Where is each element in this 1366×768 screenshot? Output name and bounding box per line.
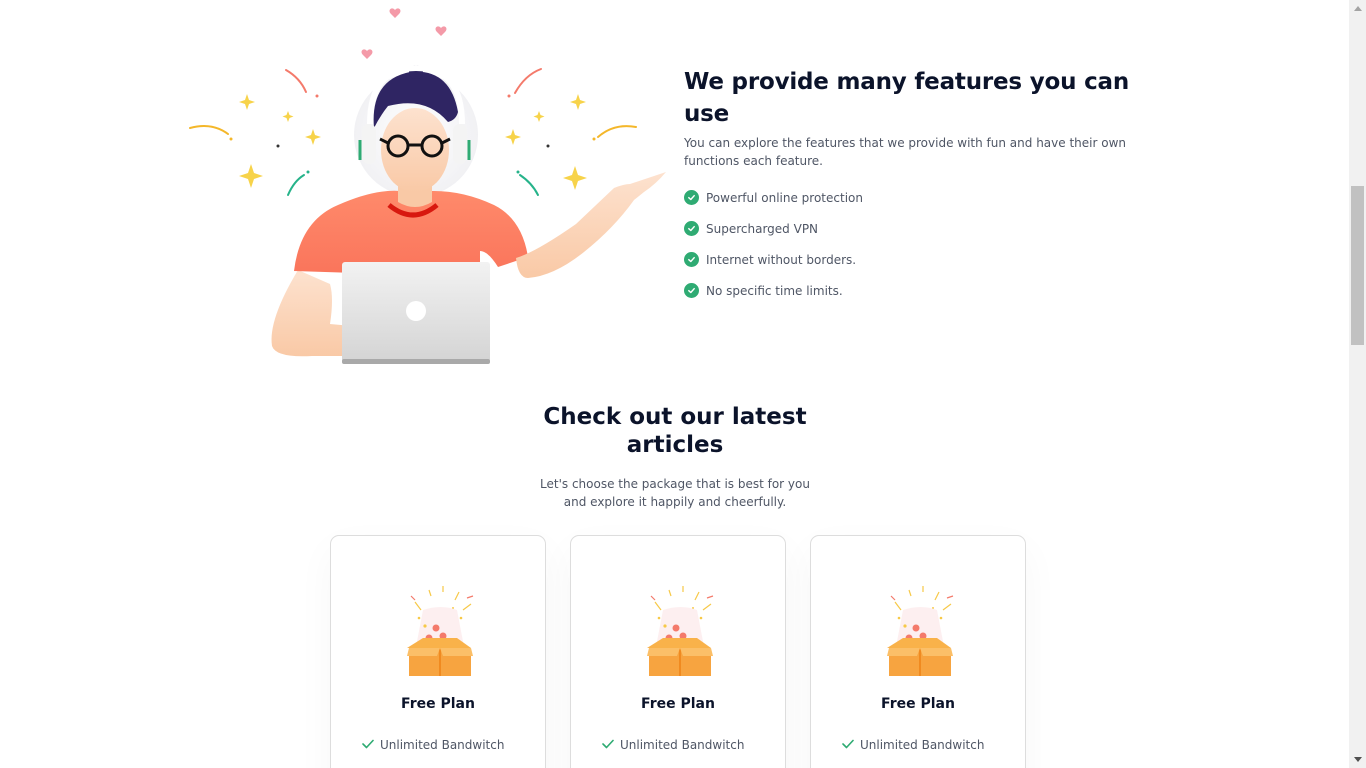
scroll-up-arrow-icon[interactable]: [1349, 0, 1366, 17]
scroll-down-arrow-icon[interactable]: [1349, 751, 1366, 768]
plan-name: Free Plan: [401, 696, 475, 712]
plan-card[interactable]: Free Plan Unlimited Bandwitch: [810, 535, 1026, 768]
check-icon: [602, 738, 614, 752]
feature-item: No specific time limits.: [684, 275, 1164, 306]
check-icon: [362, 738, 374, 752]
check-icon: [842, 738, 854, 752]
page: We provide many features you can use You…: [0, 0, 1349, 768]
gift-box-icon: [647, 586, 714, 676]
plan-feature-label: Unlimited Bandwitch: [860, 738, 985, 752]
feature-label: No specific time limits.: [706, 283, 843, 298]
feature-item: Supercharged VPN: [684, 213, 1164, 244]
plan-name: Free Plan: [641, 696, 715, 712]
plan-feature: Unlimited Bandwitch: [842, 738, 984, 752]
scrollbar-thumb[interactable]: [1351, 186, 1364, 345]
articles-title: Check out our latest articles: [530, 403, 820, 459]
check-circle-icon: [684, 283, 699, 298]
gift-box-icon: [887, 586, 954, 676]
articles-header: Check out our latest articles Let's choo…: [530, 403, 820, 511]
plan-feature-label: Unlimited Bandwitch: [380, 738, 505, 752]
feature-list: Powerful online protection Supercharged …: [684, 182, 1164, 306]
articles-subtitle-line1: Let's choose the package that is best fo…: [540, 477, 810, 491]
features-section: We provide many features you can use You…: [684, 66, 1164, 306]
articles-subtitle-line2: and explore it happily and cheerfully.: [563, 495, 787, 509]
feature-item: Powerful online protection: [684, 182, 1164, 213]
features-title: We provide many features you can use: [684, 69, 1130, 127]
articles-title-line1: Check out our latest: [543, 404, 807, 430]
feature-label: Internet without borders.: [706, 252, 857, 267]
plan-card[interactable]: Free Plan Unlimited Bandwitch: [570, 535, 786, 768]
plan-feature-label: Unlimited Bandwitch: [620, 738, 745, 752]
feature-label: Supercharged VPN: [706, 221, 819, 236]
plan-name: Free Plan: [881, 696, 955, 712]
vertical-scrollbar[interactable]: [1349, 0, 1366, 768]
articles-title-line2: articles: [626, 432, 724, 458]
plan-feature: Unlimited Bandwitch: [602, 738, 744, 752]
person-laptop-illustration: [189, 8, 666, 364]
plan-feature: Unlimited Bandwitch: [362, 738, 504, 752]
check-circle-icon: [684, 252, 699, 267]
gift-box-icon: [407, 586, 474, 676]
plan-card[interactable]: Free Plan Unlimited Bandwitch: [330, 535, 546, 768]
check-circle-icon: [684, 190, 699, 205]
check-circle-icon: [684, 221, 699, 236]
feature-label: Powerful online protection: [706, 190, 863, 205]
feature-item: Internet without borders.: [684, 244, 1164, 275]
articles-subtitle: Let's choose the package that is best fo…: [530, 475, 820, 511]
features-description: You can explore the features that we pro…: [684, 136, 1126, 168]
